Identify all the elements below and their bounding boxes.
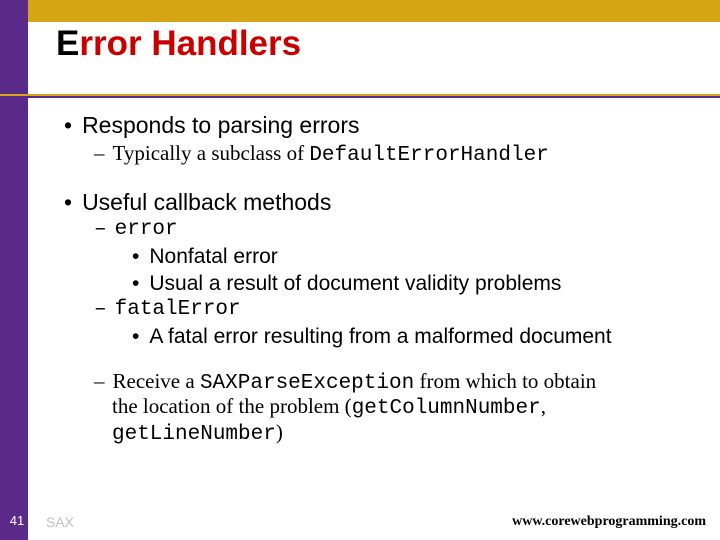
- sub-receive: Receive a SAXParseException from which t…: [94, 370, 700, 447]
- txt: Receive a: [113, 369, 200, 393]
- bullet-text: Useful callback methods: [82, 189, 331, 215]
- sub-validity: Usual a result of document validity prob…: [132, 272, 700, 297]
- code-sax-parse-exception: SAXParseException: [200, 372, 414, 395]
- bullet-useful: Useful callback methods: [64, 189, 700, 216]
- sub-typically: Typically a subclass of DefaultErrorHand…: [94, 141, 700, 169]
- slide-title: Error Handlers: [56, 24, 301, 64]
- slide-number: 41: [6, 513, 28, 528]
- footer: 41 SAX www.corewebprogramming.com: [28, 508, 706, 530]
- txt: ,: [541, 394, 546, 418]
- title-divider: [0, 94, 720, 98]
- sub-text: A fatal error resulting from a malformed…: [149, 325, 611, 348]
- title-rest: rror Handlers: [79, 24, 301, 63]
- sub-fatal-error: fatalError: [94, 298, 700, 323]
- code-get-line-number: getLineNumber: [112, 423, 276, 446]
- txt: from which to obtain: [414, 369, 596, 393]
- top-accent-bar: [28, 0, 720, 22]
- footer-url: www.corewebprogramming.com: [512, 514, 706, 530]
- code-error: error: [115, 218, 178, 241]
- slide: Error Handlers Responds to parsing error…: [0, 0, 720, 540]
- content-area: Responds to parsing errors Typically a s…: [64, 112, 700, 447]
- title-initial: E: [56, 24, 79, 63]
- code-get-column-number: getColumnNumber: [352, 397, 541, 420]
- sub-nonfatal: Nonfatal error: [132, 245, 700, 270]
- sub-text: Usual a result of document validity prob…: [149, 272, 561, 295]
- code-fatal-error: fatalError: [115, 298, 241, 321]
- footer-label: SAX: [46, 514, 74, 530]
- sub-error: error: [94, 218, 700, 243]
- txt: the location of the problem (: [112, 394, 352, 418]
- left-accent-bar: [0, 0, 28, 540]
- sub-malformed: A fatal error resulting from a malformed…: [132, 325, 700, 350]
- bullet-responds: Responds to parsing errors: [64, 112, 700, 139]
- bullet-text: Responds to parsing errors: [82, 112, 359, 138]
- sub-text: Typically a subclass of: [113, 141, 310, 165]
- sub-text: Nonfatal error: [149, 245, 277, 268]
- txt: ): [276, 420, 283, 444]
- code-default-error-handler: DefaultErrorHandler: [309, 144, 548, 167]
